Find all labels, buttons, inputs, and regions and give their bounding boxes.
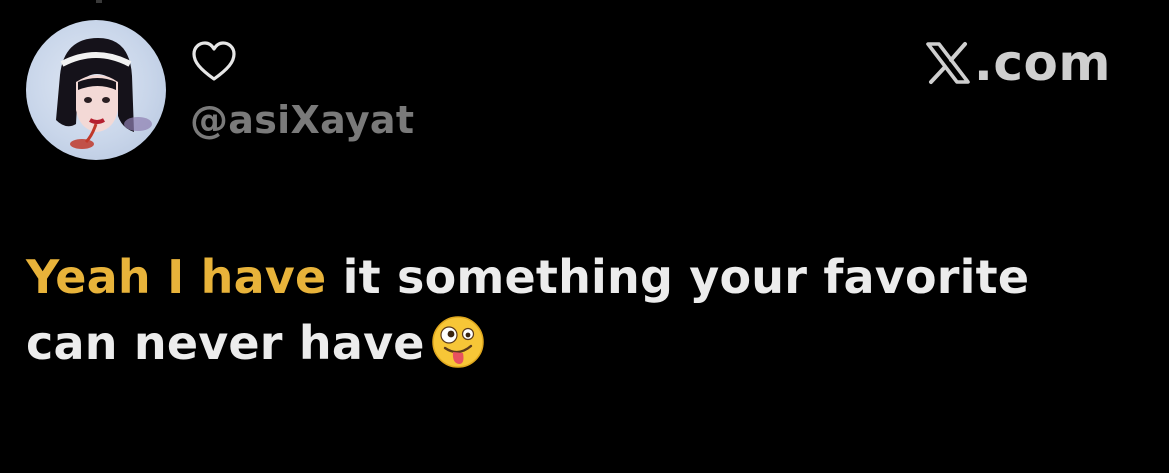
site-label: .com: [973, 34, 1111, 92]
heart-outline-icon[interactable]: [190, 38, 238, 86]
zany-face-emoji: [431, 316, 484, 368]
author-handle[interactable]: @asiXayat: [190, 98, 414, 142]
post-text: Yeah I have it something your favorite c…: [26, 244, 1136, 376]
x-logo-icon: [926, 42, 970, 84]
post-text-highlight: Yeah I have: [26, 250, 327, 304]
avatar[interactable]: [26, 20, 166, 160]
site-link[interactable]: .com: [924, 34, 1111, 92]
top-edge-mark: [96, 0, 102, 3]
avatar-image: [56, 38, 152, 149]
